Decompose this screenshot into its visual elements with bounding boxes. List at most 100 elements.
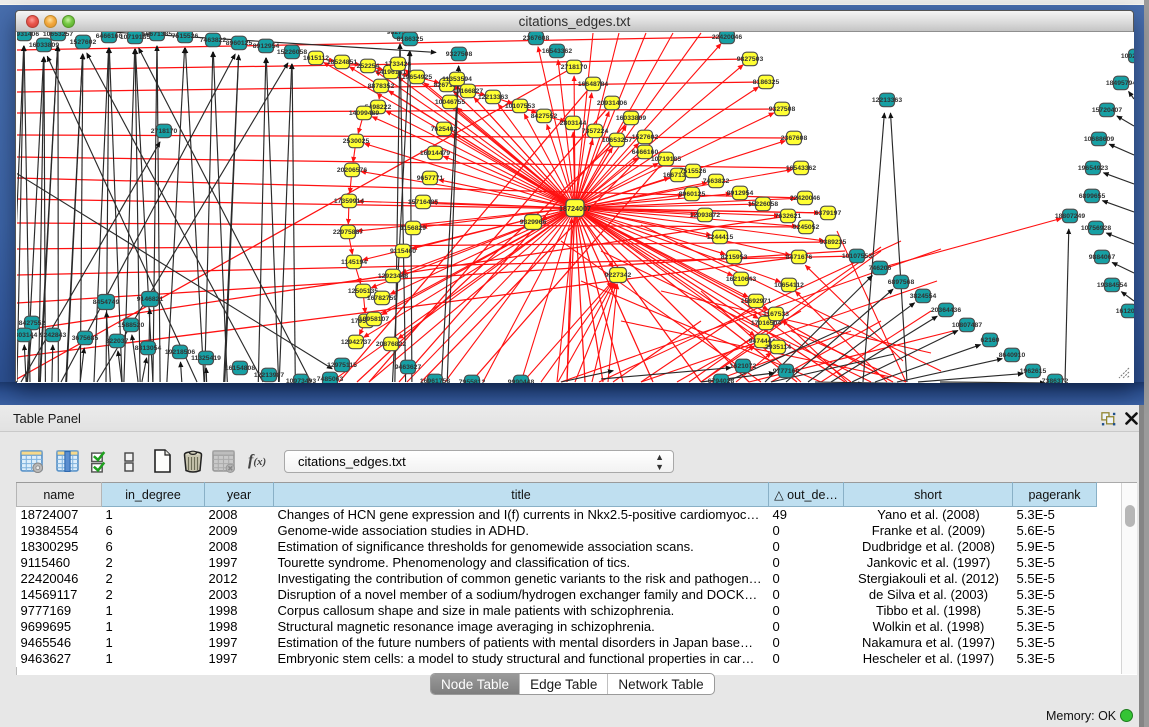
svg-text:7632621: 7632621: [775, 213, 802, 220]
svg-text:16033809: 16033809: [616, 115, 646, 122]
svg-text:6897568: 6897568: [888, 279, 915, 286]
svg-text:1244415: 1244415: [707, 234, 734, 241]
svg-text:22420046: 22420046: [790, 195, 820, 202]
svg-text:20931406: 20931406: [597, 100, 627, 107]
svg-text:8960125: 8960125: [679, 191, 706, 198]
svg-text:10958107: 10958107: [359, 316, 389, 323]
svg-text:8878352: 8878352: [368, 83, 395, 90]
svg-text:20364436: 20364436: [931, 307, 961, 314]
svg-text:19384554: 19384554: [1097, 282, 1127, 289]
svg-text:62160: 62160: [981, 337, 1000, 344]
svg-text:8186325: 8186325: [753, 79, 780, 86]
svg-text:11325419: 11325419: [191, 355, 221, 362]
svg-text:1733426: 1733426: [385, 61, 412, 68]
svg-text:15716485: 15716485: [408, 199, 438, 206]
svg-text:9227342: 9227342: [605, 272, 632, 279]
svg-text:10653257: 10653257: [602, 137, 632, 144]
svg-text:10025458: 10025458: [1121, 53, 1134, 60]
svg-text:16648784: 16648784: [578, 81, 608, 88]
svg-text:7625402: 7625402: [431, 126, 458, 133]
svg-text:2803144: 2803144: [17, 332, 37, 339]
svg-text:2367608: 2367608: [781, 135, 808, 142]
svg-text:8640910: 8640910: [999, 352, 1026, 359]
svg-text:2530025: 2530025: [343, 138, 370, 145]
svg-text:12213363: 12213363: [478, 94, 508, 101]
svg-text:3675685: 3675685: [72, 335, 99, 342]
svg-text:1962615: 1962615: [1020, 368, 1047, 375]
svg-text:10046755: 10046755: [435, 99, 465, 106]
svg-text:1615112: 1615112: [303, 55, 329, 62]
svg-text:10654112: 10654112: [774, 282, 804, 289]
svg-text:16033809: 16033809: [29, 42, 59, 49]
svg-text:6466160: 6466160: [632, 149, 659, 156]
svg-text:18495794: 18495794: [1106, 80, 1134, 87]
svg-text:18807249: 18807249: [1055, 213, 1085, 220]
svg-text:3824554: 3824554: [910, 293, 937, 300]
svg-text:8186325: 8186325: [397, 36, 424, 43]
svg-text:8427552: 8427552: [531, 113, 558, 120]
svg-text:10107553: 10107553: [505, 103, 535, 110]
svg-text:18524851: 18524851: [327, 59, 357, 66]
svg-text:9827503: 9827503: [737, 56, 764, 63]
svg-text:15692971: 15692971: [741, 298, 771, 305]
svg-text:10756928: 10756928: [1081, 225, 1111, 232]
svg-text:1527602: 1527602: [70, 39, 97, 46]
svg-text:1156829: 1156829: [400, 225, 426, 232]
svg-text:18724007: 18724007: [559, 204, 591, 213]
svg-text:9657771: 9657771: [417, 175, 444, 182]
svg-text:7485063: 7485063: [317, 376, 344, 383]
svg-text:9463627: 9463627: [395, 364, 422, 371]
svg-text:9115460: 9115460: [390, 248, 416, 255]
svg-text:9245052: 9245052: [793, 224, 820, 231]
svg-text:9777169: 9777169: [773, 368, 800, 375]
svg-text:746206: 746206: [869, 265, 892, 272]
svg-text:1527602: 1527602: [632, 134, 659, 141]
svg-text:7463822: 7463822: [200, 37, 227, 44]
svg-text:8215953: 8215953: [721, 254, 748, 261]
svg-text:7463822: 7463822: [703, 178, 730, 185]
svg-text:8427552: 8427552: [19, 320, 46, 327]
svg-text:7955812: 7955812: [459, 379, 486, 383]
svg-text:9146821: 9146821: [137, 296, 164, 303]
svg-text:10688609: 10688609: [1084, 136, 1114, 143]
svg-text:8813054: 8813054: [135, 345, 162, 352]
svg-text:12923448: 12923448: [378, 273, 408, 280]
svg-text:17359914: 17359914: [334, 198, 364, 205]
svg-text:10807487: 10807487: [952, 322, 982, 329]
svg-text:2367608: 2367608: [523, 35, 550, 42]
svg-text:11353594: 11353594: [442, 76, 472, 83]
svg-text:9242843: 9242843: [40, 332, 67, 339]
svg-text:6794028: 6794028: [708, 378, 735, 383]
svg-text:8471676: 8471676: [786, 254, 813, 261]
svg-text:7386372: 7386372: [1042, 378, 1069, 383]
svg-text:7357224: 7357224: [582, 128, 609, 135]
svg-text:6379197: 6379197: [815, 210, 842, 217]
svg-text:9329966: 9329966: [520, 219, 547, 226]
svg-text:2803144: 2803144: [560, 120, 587, 127]
svg-text:16210643: 16210643: [726, 276, 756, 283]
svg-text:7515526: 7515526: [172, 33, 199, 40]
svg-text:1588520: 1588520: [118, 322, 145, 329]
svg-text:22420046: 22420046: [712, 34, 742, 41]
svg-text:20876822: 20876822: [376, 341, 406, 348]
svg-text:9389235: 9389235: [820, 239, 847, 246]
svg-text:12213363: 12213363: [872, 97, 902, 104]
svg-text:1145194: 1145194: [341, 259, 367, 266]
svg-text:12975115: 12975115: [327, 362, 357, 369]
svg-text:16543362: 16543362: [542, 48, 572, 55]
svg-text:12093872: 12093872: [690, 212, 720, 219]
svg-text:16154808: 16154808: [225, 365, 255, 372]
svg-text:8454749: 8454749: [93, 299, 120, 306]
svg-text:16543362: 16543362: [786, 165, 816, 172]
svg-text:14099489: 14099489: [349, 110, 379, 117]
svg-text:12213987: 12213987: [254, 372, 284, 379]
svg-text:8912954: 8912954: [727, 190, 754, 197]
svg-text:7515526: 7515526: [680, 168, 707, 175]
svg-text:8960125: 8960125: [226, 40, 253, 47]
svg-text:16914479: 16914479: [420, 150, 450, 157]
svg-text:1612074: 1612074: [1116, 308, 1134, 315]
svg-text:2935114: 2935114: [765, 344, 791, 351]
svg-text:6899655: 6899655: [1079, 193, 1106, 200]
svg-text:12942737: 12942737: [341, 339, 371, 346]
svg-text:2718170: 2718170: [561, 64, 588, 71]
